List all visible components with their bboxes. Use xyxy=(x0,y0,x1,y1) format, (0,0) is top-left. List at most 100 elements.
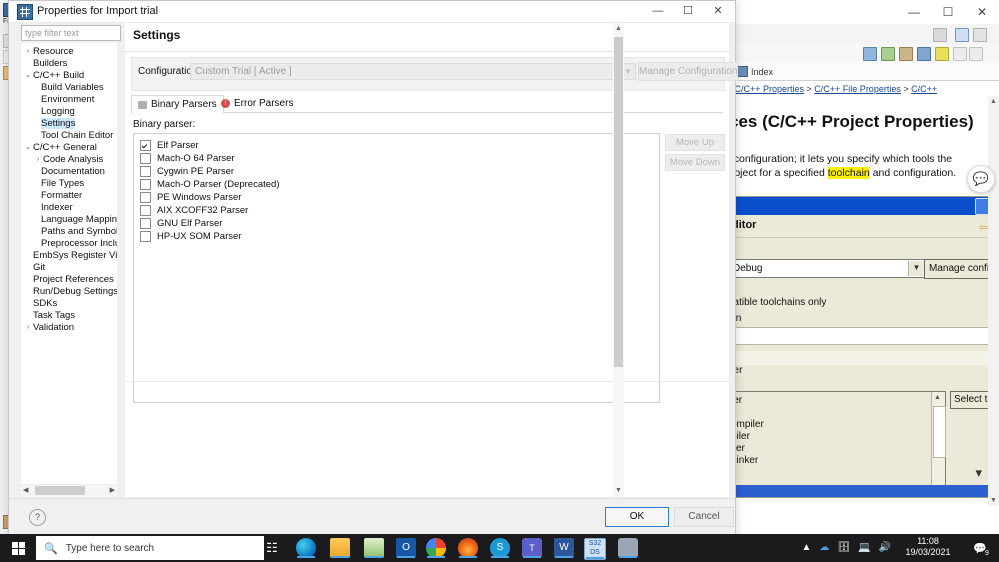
sidebar-item-builders[interactable]: Builders xyxy=(21,57,67,69)
ok-button[interactable]: OK xyxy=(605,507,669,527)
list-item[interactable]: Cygwin PE Parser xyxy=(140,164,234,178)
show-in-toc-icon[interactable] xyxy=(863,47,877,61)
edge-icon[interactable] xyxy=(296,538,316,558)
perspective-debug-icon[interactable] xyxy=(973,28,987,42)
breadcrumb-link-1[interactable]: C/C++ File Properties xyxy=(814,84,901,94)
clock[interactable]: 11:08 19/03/2021 xyxy=(897,536,959,558)
file-explorer-icon[interactable] xyxy=(330,538,350,558)
sidebar-item-documentation[interactable]: Documentation xyxy=(21,165,105,177)
wireshark-icon[interactable] xyxy=(618,538,638,558)
help-maximize-button[interactable]: ☐ xyxy=(931,0,965,24)
page-scrollbar[interactable]: ▲ ▼ xyxy=(613,23,624,497)
page-scroll-up-icon[interactable]: ▲ xyxy=(613,23,624,35)
task-view-icon[interactable]: ☷ xyxy=(262,538,282,558)
outlook-icon[interactable]: O xyxy=(396,538,416,558)
sidebar-item-cpp-build[interactable]: ⌄ C/C++ Build xyxy=(21,69,84,81)
search-input[interactable]: type filter text xyxy=(21,25,121,41)
help-icon[interactable]: ? xyxy=(29,509,46,526)
chevron-right-icon[interactable]: › xyxy=(23,48,33,55)
sidebar-item-environment[interactable]: Environment xyxy=(21,93,94,105)
word-icon[interactable]: W xyxy=(554,538,574,558)
sidebar-item-task-tags[interactable]: Task Tags xyxy=(21,309,75,321)
breadcrumb-link-0[interactable]: C/C++ Properties xyxy=(735,84,805,94)
forward-arrow-icon[interactable] xyxy=(969,47,983,61)
list-item[interactable]: HP-UX SOM Parser xyxy=(140,229,241,243)
notepad-icon[interactable] xyxy=(364,538,384,558)
sidebar-item-build-variables[interactable]: Build Variables xyxy=(21,81,104,93)
list-item[interactable]: Mach-O 64 Parser xyxy=(140,151,235,165)
chevron-right-icon[interactable]: › xyxy=(33,156,43,163)
sidebar-item-code-analysis[interactable]: › Code Analysis xyxy=(21,153,103,165)
maximize-view-icon[interactable] xyxy=(917,47,931,61)
tab-error-parsers[interactable]: ! Error Parsers xyxy=(215,95,299,112)
tree-horizontal-scrollbar[interactable]: ◀ ▶ xyxy=(21,485,117,497)
network-icon[interactable]: 💻 xyxy=(858,542,870,553)
chevron-right-icon[interactable]: › xyxy=(23,324,33,331)
list-item[interactable]: Elf Parser xyxy=(140,138,199,152)
help-close-button[interactable]: ✕ xyxy=(965,0,999,24)
sidebar-item-project-references[interactable]: Project References xyxy=(21,273,114,285)
sidebar-item-logging[interactable]: Logging xyxy=(21,105,75,117)
checkbox-hp-ux-som-parser[interactable] xyxy=(140,230,151,242)
checkbox-pe-windows-parser[interactable] xyxy=(140,191,151,203)
settings-tree[interactable]: › Resource Builders ⌄ C/C++ Build Build Va… xyxy=(21,43,117,484)
checkbox-elf-parser[interactable] xyxy=(140,139,151,151)
search-input[interactable]: 🔍 Type here to search xyxy=(36,536,264,560)
tree-scroll-right-icon[interactable]: ▶ xyxy=(110,486,115,494)
list-item[interactable]: PE Windows Parser xyxy=(140,190,241,204)
perspective-open-icon[interactable] xyxy=(933,28,947,42)
sidebar-item-resource[interactable]: › Resource xyxy=(21,45,74,57)
sidebar-item-paths-and-symbols[interactable]: Paths and Symbols xyxy=(21,225,117,237)
move-down-button[interactable]: Move Down xyxy=(665,154,725,171)
help-scroll-down-icon[interactable]: ▼ xyxy=(988,495,999,506)
skype-icon[interactable]: S xyxy=(490,538,510,558)
dialog-close-button[interactable]: ✕ xyxy=(703,1,733,22)
tree-scroll-thumb[interactable] xyxy=(35,486,85,495)
sidebar-item-indexer[interactable]: Indexer xyxy=(21,201,73,213)
cancel-button[interactable]: Cancel xyxy=(674,507,734,527)
sidebar-item-sdks[interactable]: SDKs xyxy=(21,297,57,309)
move-up-button[interactable]: Move Up xyxy=(665,134,725,151)
sidebar-item-cpp-general[interactable]: ⌄ C/C++ General xyxy=(21,141,97,153)
dialog-minimize-button[interactable]: — xyxy=(643,1,673,22)
sidebar-item-embsys-register-view[interactable]: EmbSys Register View xyxy=(21,249,117,261)
tab-index[interactable]: Index xyxy=(737,64,773,79)
sidebar-item-formatter[interactable]: Formatter xyxy=(21,189,82,201)
help-minimize-button[interactable]: — xyxy=(897,0,931,24)
checkbox-aix-xcoff32-parser[interactable] xyxy=(140,204,151,216)
list-item[interactable]: AIX XCOFF32 Parser xyxy=(140,203,248,217)
list-item[interactable]: GNU Elf Parser xyxy=(140,216,222,230)
chat-bubble-icon[interactable]: 💬 xyxy=(967,165,995,193)
start-button[interactable] xyxy=(6,538,30,558)
breadcrumb-link-2[interactable]: C/C++ xyxy=(911,84,937,94)
chevron-down-icon[interactable]: ⌄ xyxy=(23,143,33,151)
help-scroll-up-icon[interactable]: ▲ xyxy=(988,96,999,107)
checkbox-mach-o-64-parser[interactable] xyxy=(140,152,151,164)
chrome-icon[interactable] xyxy=(426,538,446,558)
checkbox-gnu-elf-parser[interactable] xyxy=(140,217,151,229)
teams-icon[interactable]: T xyxy=(522,538,542,558)
sidebar-item-file-types[interactable]: File Types xyxy=(21,177,84,189)
volume-icon[interactable]: 🔊 xyxy=(879,542,891,553)
list-item[interactable]: Mach-O Parser (Deprecated) xyxy=(140,177,279,191)
print-icon[interactable] xyxy=(899,47,913,61)
sidebar-item-validation[interactable]: › Validation xyxy=(21,321,74,333)
page-scroll-down-icon[interactable]: ▼ xyxy=(613,485,624,497)
notifications-button[interactable]: 💬 9 xyxy=(969,539,992,559)
s32ds-icon[interactable]: S32 DS xyxy=(584,538,606,560)
manage-configurations-button[interactable]: Manage Configurations... xyxy=(638,62,738,81)
usb-icon[interactable]: 🗄 xyxy=(837,542,850,553)
checkbox-mach-o-parser-deprecated[interactable] xyxy=(140,178,151,190)
checkbox-cygwin-pe-parser[interactable] xyxy=(140,165,151,177)
chevron-down-icon[interactable]: ⌄ xyxy=(23,71,33,79)
sidebar-item-preprocessor-includes[interactable]: Preprocessor Includes xyxy=(21,237,117,249)
binary-parser-list[interactable]: Elf Parser Mach-O 64 Parser Cygwin PE Pa… xyxy=(133,133,660,403)
highlight-icon[interactable] xyxy=(935,47,949,61)
tray-expand-icon[interactable]: ▲ xyxy=(801,542,811,553)
tree-scroll-left-icon[interactable]: ◀ xyxy=(23,486,28,494)
configuration-select[interactable]: Custom Trial [ Active ] ▼ xyxy=(190,63,636,80)
back-arrow-icon[interactable] xyxy=(953,47,967,61)
sidebar-item-settings[interactable]: Settings xyxy=(21,117,76,129)
help-page-scrollbar[interactable]: ▲ ▼ xyxy=(988,96,999,506)
perspective-cdt-icon[interactable] xyxy=(955,28,969,42)
